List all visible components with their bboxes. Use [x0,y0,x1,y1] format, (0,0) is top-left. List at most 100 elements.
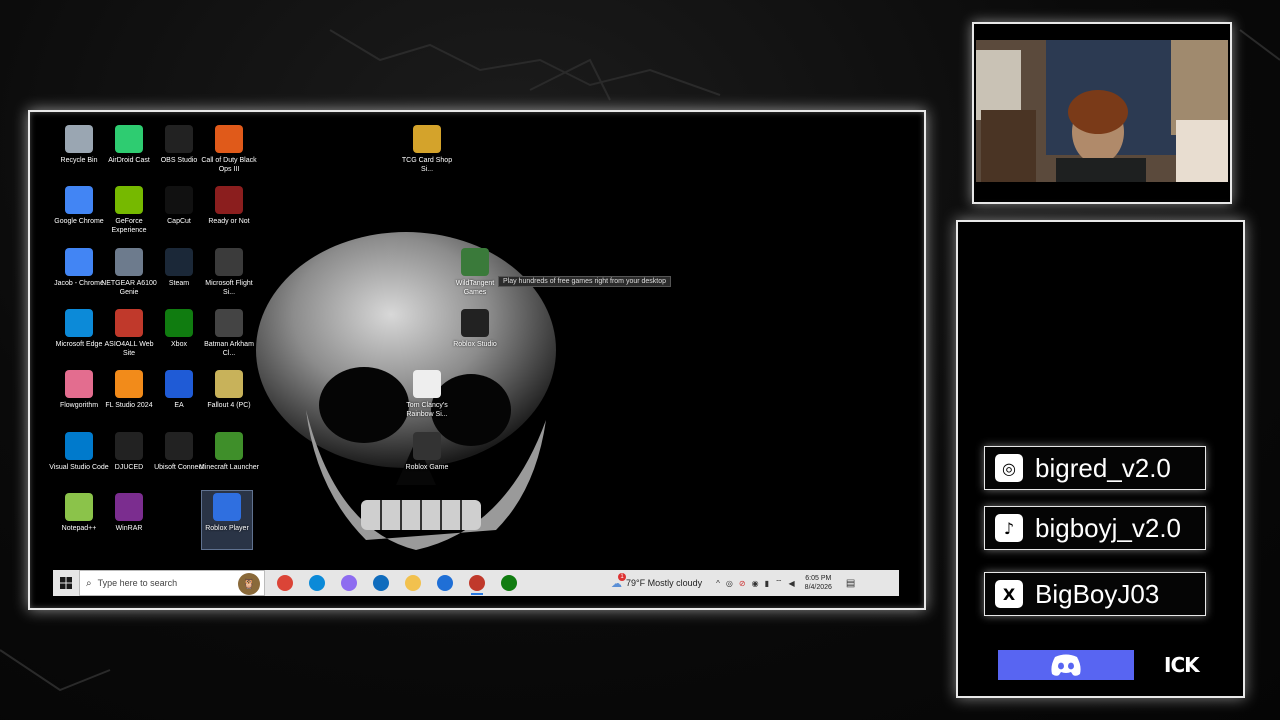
taskbar-app-file-explorer[interactable] [397,570,429,596]
desktop-shortcut[interactable]: Tom Clancy's Rainbow Si... [402,368,452,426]
taskbar-app-store[interactable] [429,570,461,596]
desktop-shortcut[interactable]: Jacob - Chrome [54,246,104,304]
desktop-tooltip: Play hundreds of free games right from y… [498,276,672,287]
clock-time: 6:05 PM [805,575,832,582]
desktop-shortcut[interactable]: FL Studio 2024 [104,368,154,426]
desktop-shortcut[interactable]: DJUCED [104,430,154,488]
microphone-icon[interactable]: ▮ [765,579,769,588]
desktop-shortcut[interactable]: GeForce Experience [104,184,154,242]
asio4all-icon [115,309,143,337]
fallout-icon [215,370,243,398]
rainbow-six-icon [413,370,441,398]
ready-or-not-icon [215,186,243,214]
desktop-shortcut[interactable]: Fallout 4 (PC) [204,368,254,426]
edge-icon [309,575,325,591]
network-icon[interactable]: ⌔ [775,578,783,588]
desktop-shortcut[interactable]: NETGEAR A6100 Genie [101,246,157,304]
social-instagram: ◎ bigred_v2.0 [984,446,1206,490]
desktop-shortcut[interactable]: Roblox Game [402,430,452,488]
desktop-shortcut[interactable]: TCG Card Shop Si... [402,123,452,181]
winrar-icon [115,493,143,521]
ubisoft-icon [165,432,193,460]
copilot-icon [341,575,357,591]
desktop-shortcut[interactable]: Roblox Studio [450,307,500,365]
windows-desktop: Recycle Bin AirDroid Cast OBS Studio Call o… [36,120,916,597]
desktop-shortcut[interactable]: CapCut [154,184,204,242]
desktop-shortcut-label: Call of Duty Black Ops III [201,157,257,173]
desktop-shortcut[interactable]: ASIO4ALL Web Site [104,307,154,365]
steam-icon [165,248,193,276]
desktop-shortcut-label: Batman Arkham Cl... [204,341,254,357]
taskbar-search-input[interactable]: ⌕ Type here to search 🦉 [79,570,265,596]
xbox-icon [501,575,517,591]
desktop-shortcut-label: TCG Card Shop Si... [401,157,453,173]
search-highlight-owl-icon: 🦉 [238,573,260,595]
desktop-shortcut-label: Fallout 4 (PC) [207,402,251,409]
taskbar-app-xbox[interactable] [493,570,525,596]
taskbar-app-edge[interactable] [301,570,333,596]
desktop-shortcut-label: Microsoft Flight Si... [205,280,253,296]
edge-icon [65,309,93,337]
netgear-icon [115,248,143,276]
airdroid-cast-icon [115,125,143,153]
tray-app-icon[interactable]: ◎ [726,579,733,588]
search-placeholder: Type here to search [97,578,178,588]
desktop-shortcut[interactable]: Visual Studio Code [49,430,109,488]
desktop-shortcut[interactable]: Ubisoft Connect [154,430,204,488]
desktop-shortcut[interactable]: Steam [154,246,204,304]
roblox-player-icon [213,493,241,521]
desktop-shortcut[interactable]: AirDroid Cast [104,123,154,181]
start-button[interactable] [53,570,79,596]
windows-icon [60,577,72,589]
desktop-shortcut[interactable]: Minecraft Launcher [199,430,259,488]
flowgorithm-icon [65,370,93,398]
desktop-shortcut[interactable]: Flowgorithm [54,368,104,426]
desktop-shortcut-label: Ready or Not [208,218,250,225]
desktop-shortcut[interactable]: Notepad++ [54,491,104,549]
desktop-shortcut[interactable]: Call of Duty Black Ops III [201,123,257,181]
desktop-shortcut[interactable]: EA [154,368,204,426]
desktop-shortcut[interactable]: Roblox Player [201,490,253,550]
show-hidden-icons-chevron-icon[interactable]: ^ [716,579,720,588]
desktop-shortcut[interactable]: Recycle Bin [54,123,104,181]
desktop-shortcut[interactable]: WildTangent Games [450,246,500,304]
tray-app-icon-2[interactable]: ⊘ [739,579,746,588]
webcam-feed [976,40,1228,182]
tray-app-icon-3[interactable]: ◉ [752,579,759,588]
desktop-shortcut[interactable]: OBS Studio [154,123,204,181]
chrome-icon [65,186,93,214]
x-icon: X [995,580,1023,608]
volume-icon[interactable]: ◀ [789,579,795,588]
discord-icon [1051,654,1081,676]
flight-simulator-icon [215,248,243,276]
store-icon [437,575,453,591]
discord-tag: ICK [1164,653,1200,677]
desktop-shortcut[interactable]: Batman Arkham Cl... [204,307,254,365]
desktop-shortcut[interactable]: Xbox [154,307,204,365]
desktop-shortcut[interactable]: Google Chrome [54,184,104,242]
social-tiktok: ♪ bigboyj_v2.0 [984,506,1206,550]
file-explorer-icon [405,575,421,591]
desktop-shortcut[interactable]: Microsoft Edge [54,307,104,365]
desktop-shortcut-label: WinRAR [115,525,143,532]
roblox-game-icon [413,432,441,460]
taskbar-app-chrome[interactable] [269,570,301,596]
desktop-shortcut[interactable]: WinRAR [104,491,154,549]
taskbar-app-obs[interactable] [461,570,493,596]
tiktok-icon: ♪ [995,514,1023,542]
chrome-icon [277,575,293,591]
discord-banner [998,650,1134,680]
geforce-icon [115,186,143,214]
desktop-shortcut-label: Roblox Studio [453,341,497,348]
weather-widget[interactable]: ☁ 1 79°F Mostly cloudy [611,572,702,590]
weather-cloud-icon: ☁ 1 [611,572,626,590]
desktop-shortcut[interactable]: Ready or Not [204,184,254,242]
tcg-card-shop-icon [413,125,441,153]
instagram-handle: bigred_v2.0 [1035,452,1171,483]
taskbar-app-outlook[interactable] [365,570,397,596]
taskbar-clock[interactable]: 6:05 PM 8/4/2026 [805,574,832,592]
notification-center-icon[interactable]: ▤ [846,578,855,589]
taskbar-app-copilot[interactable] [333,570,365,596]
desktop-shortcut[interactable]: Microsoft Flight Si... [204,246,254,304]
outlook-icon [373,575,389,591]
